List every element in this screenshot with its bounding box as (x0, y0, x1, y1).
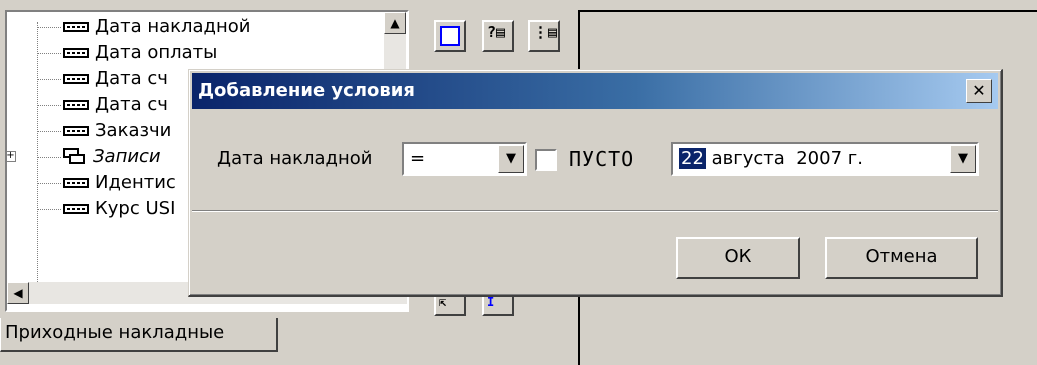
chevron-down-icon[interactable]: ▼ (498, 145, 524, 173)
query-condition-button[interactable]: ?▤ (482, 20, 514, 52)
tree-item[interactable]: Дата накладной (7, 14, 251, 40)
tree-item-label: Дата накладной (95, 16, 251, 37)
tree-item[interactable]: Курс USI (7, 196, 175, 222)
empty-checkbox-label: ПУСТО (569, 147, 635, 171)
field-icon (63, 22, 89, 32)
scroll-up-arrow-icon[interactable]: ▲ (384, 12, 406, 34)
close-button[interactable]: ✕ (966, 79, 992, 103)
info-icon: I (487, 295, 495, 309)
tree-item-label: Записи (93, 146, 161, 167)
field-icon (63, 126, 89, 136)
dialog-title: Добавление условия (198, 80, 415, 101)
scroll-left-arrow-icon[interactable]: ◀ (7, 282, 29, 304)
new-condition-button[interactable] (434, 20, 466, 52)
operator-value: = (410, 148, 426, 169)
field-icon (63, 48, 89, 58)
field-icon (63, 100, 89, 110)
dialog-divider (192, 210, 998, 212)
tab-incoming-invoices[interactable]: Приходные накладные (0, 318, 278, 352)
tree-item-label: Идентис (95, 172, 176, 193)
tree-item-label: Заказчи (95, 120, 172, 141)
cancel-button[interactable]: Отмена (825, 237, 978, 279)
tree-item[interactable]: Заказчи (7, 118, 171, 144)
field-name-label: Дата накладной (217, 148, 373, 169)
empty-checkbox[interactable] (535, 149, 557, 171)
date-value: 22 августа 2007 г. (679, 144, 863, 174)
tab-label: Приходные накладные (5, 322, 225, 343)
list-icon: ⋮▤ (533, 23, 558, 41)
field-icon (63, 74, 89, 84)
blank-condition-icon (440, 26, 460, 46)
close-icon: ✕ (972, 81, 986, 100)
expand-plus-icon[interactable]: + (7, 151, 16, 162)
ok-button-label: ОК (724, 246, 752, 267)
ok-button[interactable]: ОК (676, 237, 800, 279)
date-picker[interactable]: 22 августа 2007 г. ▼ (671, 142, 979, 176)
tree-item[interactable]: Дата оплаты (7, 40, 217, 66)
chevron-down-icon[interactable]: ▼ (950, 145, 976, 173)
field-icon (63, 178, 89, 188)
tree-item-label: Курс USI (95, 198, 176, 219)
date-month-year: августа 2007 г. (705, 148, 863, 169)
tree-item-label: Дата оплаты (95, 42, 218, 63)
move-icon: ⇱ (439, 295, 447, 309)
tree-item[interactable]: Дата сч (7, 92, 168, 118)
operator-select[interactable]: = ▼ (402, 142, 527, 176)
tree-item[interactable]: Дата сч (7, 66, 168, 92)
add-condition-dialog: Добавление условия ✕ Дата накладной = ▼ … (188, 69, 1003, 297)
dialog-titlebar[interactable]: Добавление условия ✕ (192, 73, 998, 109)
table-group-icon (63, 148, 87, 166)
cancel-button-label: Отмена (865, 246, 938, 267)
tree-item-label: Дата сч (95, 94, 168, 115)
field-icon (63, 204, 89, 214)
tree-item-label: Дата сч (95, 68, 168, 89)
tree-item[interactable]: Идентис (7, 170, 176, 196)
list-condition-button[interactable]: ⋮▤ (528, 20, 560, 52)
query-list-icon: ?▤ (487, 23, 506, 41)
tree-item-group[interactable]: + Записи (7, 144, 161, 170)
date-day-selected[interactable]: 22 (679, 148, 706, 169)
